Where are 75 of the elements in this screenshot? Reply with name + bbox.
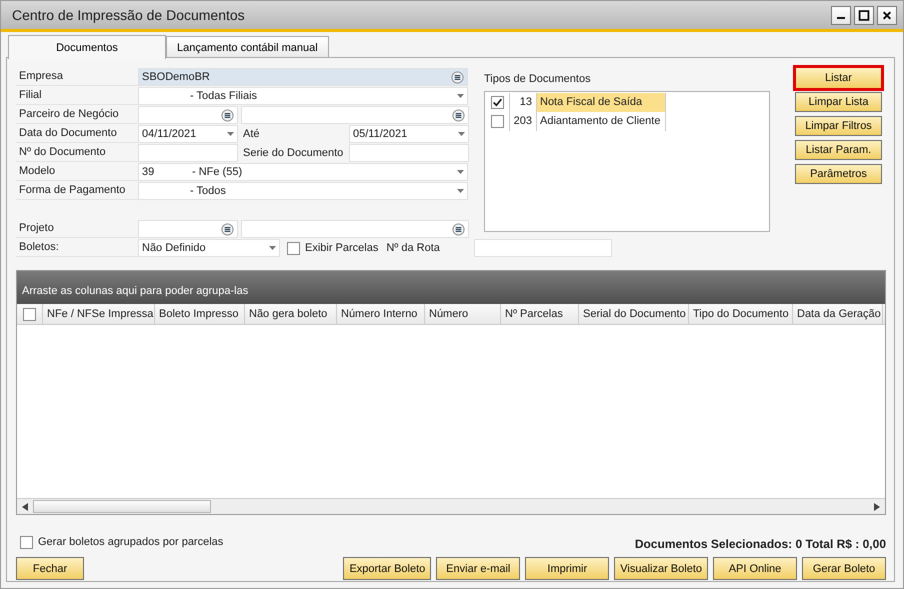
- maximize-button[interactable]: [854, 6, 874, 24]
- dropdown-caret-icon[interactable]: [457, 94, 464, 98]
- action-button[interactable]: Enviar e-mail: [436, 557, 520, 580]
- scroll-left-icon[interactable]: [22, 502, 28, 510]
- minimize-button[interactable]: [831, 6, 851, 24]
- close-form-button[interactable]: Fechar: [16, 557, 84, 580]
- section-title: Tipos de Documentos: [484, 73, 592, 87]
- type-name[interactable]: Nota Fiscal de Saída: [537, 93, 666, 112]
- doc-number-field[interactable]: [138, 144, 238, 162]
- partner-name-field[interactable]: [241, 106, 469, 124]
- group-hint: Arraste as colunas aqui para poder agrupa-las: [22, 285, 248, 297]
- action-button[interactable]: Listar Param.: [795, 140, 882, 160]
- project-name-field[interactable]: [241, 220, 469, 238]
- type-code: 203: [510, 112, 537, 131]
- column-header[interactable]: Boleto Impresso: [155, 304, 245, 324]
- route-field[interactable]: [474, 239, 612, 257]
- tab[interactable]: Documentos: [8, 35, 166, 59]
- dropdown-caret-icon[interactable]: [227, 132, 234, 136]
- column-header[interactable]: Data da Geração: [793, 304, 883, 324]
- horizontal-scrollbar[interactable]: [17, 498, 885, 514]
- partner-code-field[interactable]: [138, 106, 238, 124]
- column-header[interactable]: Número Interno: [337, 304, 425, 324]
- column-header[interactable]: Nº Parcelas: [501, 304, 579, 324]
- checkbox[interactable]: [20, 536, 33, 548]
- type-name[interactable]: Adiantamento de Cliente: [537, 112, 666, 131]
- checkbox[interactable]: [490, 115, 504, 128]
- dropdown-caret-icon[interactable]: [457, 189, 464, 193]
- column-header[interactable]: Tipo do Documento: [689, 304, 793, 324]
- date-to-field[interactable]: 05/11/2021: [349, 125, 469, 143]
- dropdown-caret-icon[interactable]: [458, 132, 465, 136]
- field-label: Até: [242, 127, 261, 142]
- checkbox[interactable]: [23, 308, 36, 320]
- maximize-icon: [858, 10, 870, 20]
- action-button[interactable]: Exportar Boleto: [343, 557, 432, 580]
- column-header[interactable]: Não gera boleto: [245, 304, 337, 324]
- scroll-thumb[interactable]: [33, 500, 211, 513]
- action-button[interactable]: Parâmetros: [795, 164, 882, 184]
- action-button[interactable]: Gerar Boleto: [802, 557, 886, 580]
- close-button[interactable]: [877, 6, 897, 24]
- payment-dropdown[interactable]: - Todos: [138, 182, 468, 200]
- column-header[interactable]: Serial do Documento: [579, 304, 689, 324]
- action-button[interactable]: Visualizar Boleto: [614, 557, 708, 580]
- model-dropdown[interactable]: 39 - NFe (55): [138, 163, 468, 181]
- dropdown-caret-icon[interactable]: [457, 170, 464, 174]
- checkbox-label: Exibir Parcelas: [305, 242, 378, 254]
- list-picker-icon[interactable]: [221, 222, 234, 236]
- action-button[interactable]: API Online: [713, 557, 797, 580]
- checkbox[interactable]: [490, 96, 504, 109]
- column-header[interactable]: Número: [425, 304, 501, 324]
- checkbox-label: Gerar boletos agrupados por parcelas: [38, 536, 224, 548]
- boletos-dropdown[interactable]: Não Definido: [138, 239, 280, 257]
- minimize-icon: [836, 16, 846, 18]
- list-picker-icon[interactable]: [221, 108, 234, 122]
- field-label: Nº da Rota: [385, 242, 441, 254]
- tab[interactable]: Lançamento contábil manual: [166, 36, 329, 58]
- project-code-field[interactable]: [138, 220, 238, 238]
- company-field[interactable]: SBODemoBR: [138, 68, 468, 86]
- doc-series-field[interactable]: [349, 144, 469, 162]
- list-picker-icon[interactable]: [452, 222, 465, 236]
- column-header[interactable]: NFe / NFSe Impressa: [43, 304, 155, 324]
- action-button[interactable]: Limpar Filtros: [795, 116, 882, 136]
- action-button[interactable]: Listar: [795, 67, 882, 89]
- action-button[interactable]: Limpar Lista: [795, 92, 882, 112]
- list-picker-icon[interactable]: [451, 70, 464, 84]
- dropdown-caret-icon[interactable]: [269, 246, 276, 250]
- selection-summary: Documentos Selecionados: 0 Total R$ : 0,00: [634, 537, 886, 551]
- list-picker-icon[interactable]: [452, 108, 465, 122]
- field-label: Serie do Documento: [242, 146, 344, 161]
- branch-dropdown[interactable]: - Todas Filiais: [138, 87, 468, 105]
- scroll-right-icon[interactable]: [874, 502, 880, 510]
- checkbox[interactable]: [287, 242, 300, 254]
- date-from-field[interactable]: 04/11/2021: [138, 125, 238, 143]
- close-icon: [881, 10, 893, 20]
- window-title: Centro de Impressão de Documentos: [12, 7, 245, 23]
- action-button[interactable]: Imprimir: [525, 557, 610, 580]
